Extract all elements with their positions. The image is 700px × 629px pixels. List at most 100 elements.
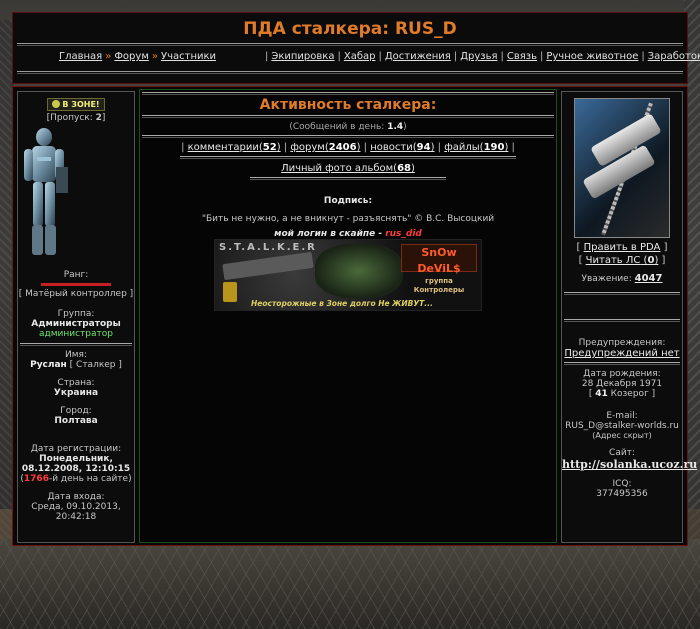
stalker-avatar xyxy=(24,128,68,255)
city-label: Город: xyxy=(60,406,92,416)
nav-link-contact[interactable]: Связь xyxy=(507,51,537,62)
login-value-date: Среда, 09.10.2013, xyxy=(31,502,121,512)
nav-row: Главная» Форум» Участники | Экипировка | Хаба… xyxy=(13,51,700,65)
warnings-row: Предупреждений нет xyxy=(562,348,682,359)
activity-stats-row: | комментарии(52) | форум(2406) | новост… xyxy=(181,142,515,153)
name-row: Руслан [ Сталкер ] xyxy=(18,360,134,370)
site-label: Сайт: xyxy=(609,448,635,458)
nav-link-home[interactable]: Главная xyxy=(59,51,102,62)
album-row: Личный фото альбом(68) xyxy=(140,163,556,174)
pass-label: [Пропуск: xyxy=(46,113,93,123)
messages-per-day: (Сообщений в день: 1.4) xyxy=(140,122,556,132)
stat-link-news[interactable]: новости(94) xyxy=(370,142,434,153)
name-extra: [ Сталкер ] xyxy=(69,360,122,370)
banner-caption: Неосторожные в Зоне долго Не ЖИВУТ... xyxy=(251,299,433,308)
header-divider-bottom xyxy=(17,71,683,74)
birth-label: Дата рождения: xyxy=(583,369,661,379)
name-value: Руслан xyxy=(30,360,67,370)
site-link[interactable]: http://solanka.ucoz.ru xyxy=(562,458,697,471)
per-day-label: (Сообщений в день: xyxy=(289,122,385,132)
email-value: RUS_D@stalker-worlds.ru xyxy=(565,421,679,431)
login-label: Дата входа: xyxy=(47,492,105,502)
respect-value[interactable]: 4047 xyxy=(635,273,663,284)
reg-value-datetime: 08.12.2008, 12:10:15 xyxy=(21,464,131,474)
status-badge: В ЗОНЕ! xyxy=(47,98,105,111)
reg-label: Дата регистрации: xyxy=(30,444,122,454)
skype-login: rus_did xyxy=(385,229,422,239)
banner-controller-image xyxy=(315,244,403,298)
nav-separator: | xyxy=(378,51,382,62)
left-profile-column: В ЗОНЕ! [Пропуск: 2] Ранг: [Матёрый кон… xyxy=(17,91,135,543)
medal-icon xyxy=(223,282,237,302)
activity-column: Активность сталкера: (Сообщений в день: … xyxy=(139,89,557,543)
right-divider xyxy=(564,362,680,365)
nav-breadcrumb: Главная» Форум» Участники xyxy=(59,51,216,62)
reg-days-value: 1766 xyxy=(23,474,49,484)
login-value-time: 20:42:18 xyxy=(55,512,97,522)
header-divider-top xyxy=(17,43,683,46)
right-divider xyxy=(564,319,680,322)
per-day-close: ) xyxy=(403,122,407,132)
nav-link-earnings[interactable]: Заработок xyxy=(648,51,700,62)
breadcrumb-separator: » xyxy=(105,51,112,62)
rank-progress-bar xyxy=(41,283,111,286)
respect-row: Уважение: 4047 xyxy=(562,273,682,284)
right-divider xyxy=(564,292,680,295)
stat-link-files[interactable]: файлы(190) xyxy=(444,142,508,153)
nav-separator: | xyxy=(500,51,504,62)
stat-link-comments[interactable]: комментарии(52) xyxy=(188,142,281,153)
mid-divider xyxy=(142,115,554,118)
read-ls-row: [ Читать ЛС (0) ] xyxy=(578,255,666,266)
nav-link-loot[interactable]: Хабар xyxy=(344,51,376,62)
respect-label: Уважение: xyxy=(581,274,632,284)
nav-link-equipment[interactable]: Экипировка xyxy=(271,51,334,62)
city-value: Полтава xyxy=(54,416,98,426)
background-fence xyxy=(0,539,700,629)
nav-separator: | xyxy=(539,51,544,62)
read-messages-link[interactable]: Читать ЛС (0) xyxy=(586,255,659,266)
nav-link-friends[interactable]: Друзья xyxy=(460,51,497,62)
pass-row: [Пропуск: 2] xyxy=(18,113,134,123)
name-label: Имя: xyxy=(65,350,87,360)
email-note: (Адрес скрыт) xyxy=(592,431,652,440)
birth-value: 28 Декабря 1971 xyxy=(581,379,663,389)
pass-close: ] xyxy=(101,113,106,123)
online-icon xyxy=(52,100,61,108)
rank-value: [ Матёрый контроллер ] xyxy=(18,289,134,299)
stat-link-forum[interactable]: форум(2406) xyxy=(290,142,360,153)
nav-separator: | xyxy=(453,51,458,62)
edit-pda-link[interactable]: Править в PDA xyxy=(584,242,661,253)
warnings-link[interactable]: Предупреждений нет xyxy=(564,348,679,359)
status-badge-label: В ЗОНЕ! xyxy=(62,100,100,109)
skype-row: мой логин в скайпе - rus_did xyxy=(140,229,556,239)
warnings-label: Предупреждения: xyxy=(578,338,666,348)
edit-pda-row: [ Править в PDA ] xyxy=(576,242,668,253)
country-label: Страна: xyxy=(57,378,95,388)
signature-banner: S.T.A.L.K.E.R SnOw DeViL$ группа Контрол… xyxy=(214,239,482,311)
user-photo xyxy=(574,98,670,238)
banner-stalker-logo: S.T.A.L.K.E.R xyxy=(219,242,317,253)
page-title: ПДА сталкера: RUS_D xyxy=(243,19,457,39)
mid-divider xyxy=(142,135,554,138)
banner-clan-logo: SnOw DeViL$ группа Контролеры xyxy=(401,244,477,294)
right-profile-column: [ Править в PDA ] [ Читать ЛС (0) ] Уваж… xyxy=(561,91,697,543)
nav-link-forum[interactable]: Форум xyxy=(114,51,149,62)
signature-quote: "Бить не нужно, а не вникнут - разъяснят… xyxy=(201,214,495,224)
nav-link-pet[interactable]: Ручное животное xyxy=(546,51,638,62)
birth-zodiac: Козерог ] xyxy=(610,389,656,399)
group-sub: администратор xyxy=(39,329,113,339)
breadcrumb-separator: » xyxy=(151,51,158,62)
photo-album-link[interactable]: Личный фото альбом(68) xyxy=(281,163,415,174)
left-divider xyxy=(20,343,132,346)
group-value: Администраторы xyxy=(31,319,121,329)
nav-link-achievements[interactable]: Достижения xyxy=(385,51,451,62)
nav-link-members[interactable]: Участники xyxy=(161,51,216,62)
nav-separator: | xyxy=(641,51,645,62)
birth-age: 41 xyxy=(595,389,608,399)
country-value: Украина xyxy=(53,388,99,398)
banner-gun-image xyxy=(222,251,314,281)
signature-label: Подпись: xyxy=(323,196,373,206)
activity-title: Активность сталкера: xyxy=(259,97,437,113)
header-panel: ПДА сталкера: RUS_D Главная» Форум» Участн… xyxy=(12,12,700,84)
reg-value-day: Понедельник, xyxy=(39,454,113,464)
